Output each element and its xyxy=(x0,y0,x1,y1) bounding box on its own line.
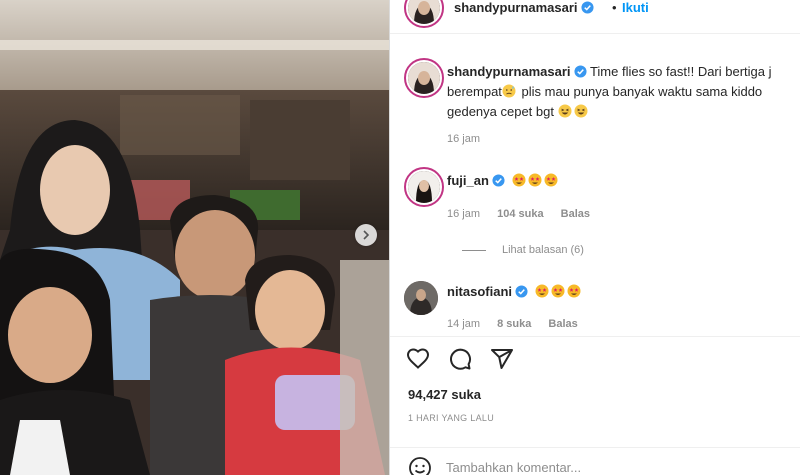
verified-icon xyxy=(574,65,587,78)
comment-2-time[interactable]: 14 jam xyxy=(447,318,480,330)
comment-input[interactable] xyxy=(446,456,776,475)
caption-line-1: Time flies so fast!! Dari bertiga j xyxy=(589,64,772,79)
emoji-star-eyes-icon xyxy=(535,284,549,298)
comment-1-username[interactable]: fuji_an xyxy=(447,173,489,188)
author-avatar[interactable] xyxy=(404,0,444,28)
heart-icon xyxy=(406,348,430,369)
caption-avatar[interactable] xyxy=(404,58,444,98)
post-details-panel: shandypurnamasari • Ikuti shandypurnamas… xyxy=(389,0,800,475)
smiley-icon xyxy=(409,457,431,475)
action-icons xyxy=(406,347,514,371)
header-separator: • xyxy=(612,0,617,15)
comment-1: fuji_an xyxy=(447,173,560,188)
emoji-sweat-icon xyxy=(502,84,516,98)
comment-1-time[interactable]: 16 jam xyxy=(447,208,480,220)
emoji-star-eyes-icon xyxy=(551,284,565,298)
emoji-laugh-icon xyxy=(574,104,588,118)
caption-line-3: gedenya cepet bgt xyxy=(447,104,554,119)
author-username[interactable]: shandypurnamasari xyxy=(454,0,594,15)
comment-2-avatar[interactable] xyxy=(404,281,438,315)
comment-button[interactable] xyxy=(448,347,472,371)
comment-1-likes[interactable]: 104 suka xyxy=(497,208,543,220)
carousel-next-button[interactable] xyxy=(355,224,377,246)
follow-button[interactable]: Ikuti xyxy=(622,0,649,15)
verified-icon xyxy=(492,174,505,187)
comment-icon xyxy=(450,348,472,370)
family-photo xyxy=(0,0,389,475)
post-header: shandypurnamasari • Ikuti xyxy=(390,0,800,34)
view-replies-label: Lihat balasan (6) xyxy=(502,244,584,256)
emoji-laugh-icon xyxy=(558,104,572,118)
comment-1-avatar-wrap xyxy=(404,167,444,207)
caption-avatar-wrap xyxy=(404,58,444,98)
verified-icon xyxy=(515,285,528,298)
share-icon xyxy=(491,349,513,369)
comment-2-meta: 14 jam 8 suka Balas xyxy=(447,318,592,330)
caption-line-2: plis mau punya banyak waktu sama kiddo xyxy=(517,84,763,99)
comment-1-meta: 16 jam 104 suka Balas xyxy=(447,208,604,220)
post-date[interactable]: 1 HARI YANG LALU xyxy=(408,413,494,423)
comment-1-avatar[interactable] xyxy=(404,167,444,207)
comment-2-likes[interactable]: 8 suka xyxy=(497,318,531,330)
comment-2-username[interactable]: nitasofiani xyxy=(447,284,512,299)
likes-count[interactable]: 94,427 suka xyxy=(408,387,481,402)
post-photo[interactable] xyxy=(0,0,389,475)
comment-2: nitasofiani xyxy=(447,284,583,299)
caption-username[interactable]: shandypurnamasari xyxy=(447,64,571,79)
author-username-text[interactable]: shandypurnamasari xyxy=(454,0,578,15)
emoji-star-eyes-icon xyxy=(544,173,558,187)
caption-line-2-start: berempat xyxy=(447,84,502,99)
like-button[interactable] xyxy=(406,347,430,371)
caption-time[interactable]: 16 jam xyxy=(447,133,480,145)
emoji-star-eyes-icon xyxy=(567,284,581,298)
emoji-star-eyes-icon xyxy=(528,173,542,187)
chevron-right-icon xyxy=(363,230,370,240)
view-replies-button[interactable]: Lihat balasan (6) xyxy=(462,244,584,256)
emoji-star-eyes-icon xyxy=(512,173,526,187)
verified-icon xyxy=(581,1,594,14)
add-comment-bar xyxy=(390,447,800,475)
caption-meta: 16 jam xyxy=(447,133,494,145)
share-button[interactable] xyxy=(490,347,514,371)
replies-divider xyxy=(462,249,486,251)
emoji-picker-button[interactable] xyxy=(408,456,432,475)
post-actions-section: 94,427 suka 1 HARI YANG LALU xyxy=(390,336,800,475)
comment-2-avatar-wrap xyxy=(404,281,438,315)
comment-1-reply-button[interactable]: Balas xyxy=(561,208,590,220)
caption: shandypurnamasari Time flies so fast!! D… xyxy=(447,62,800,122)
comment-2-reply-button[interactable]: Balas xyxy=(548,318,577,330)
